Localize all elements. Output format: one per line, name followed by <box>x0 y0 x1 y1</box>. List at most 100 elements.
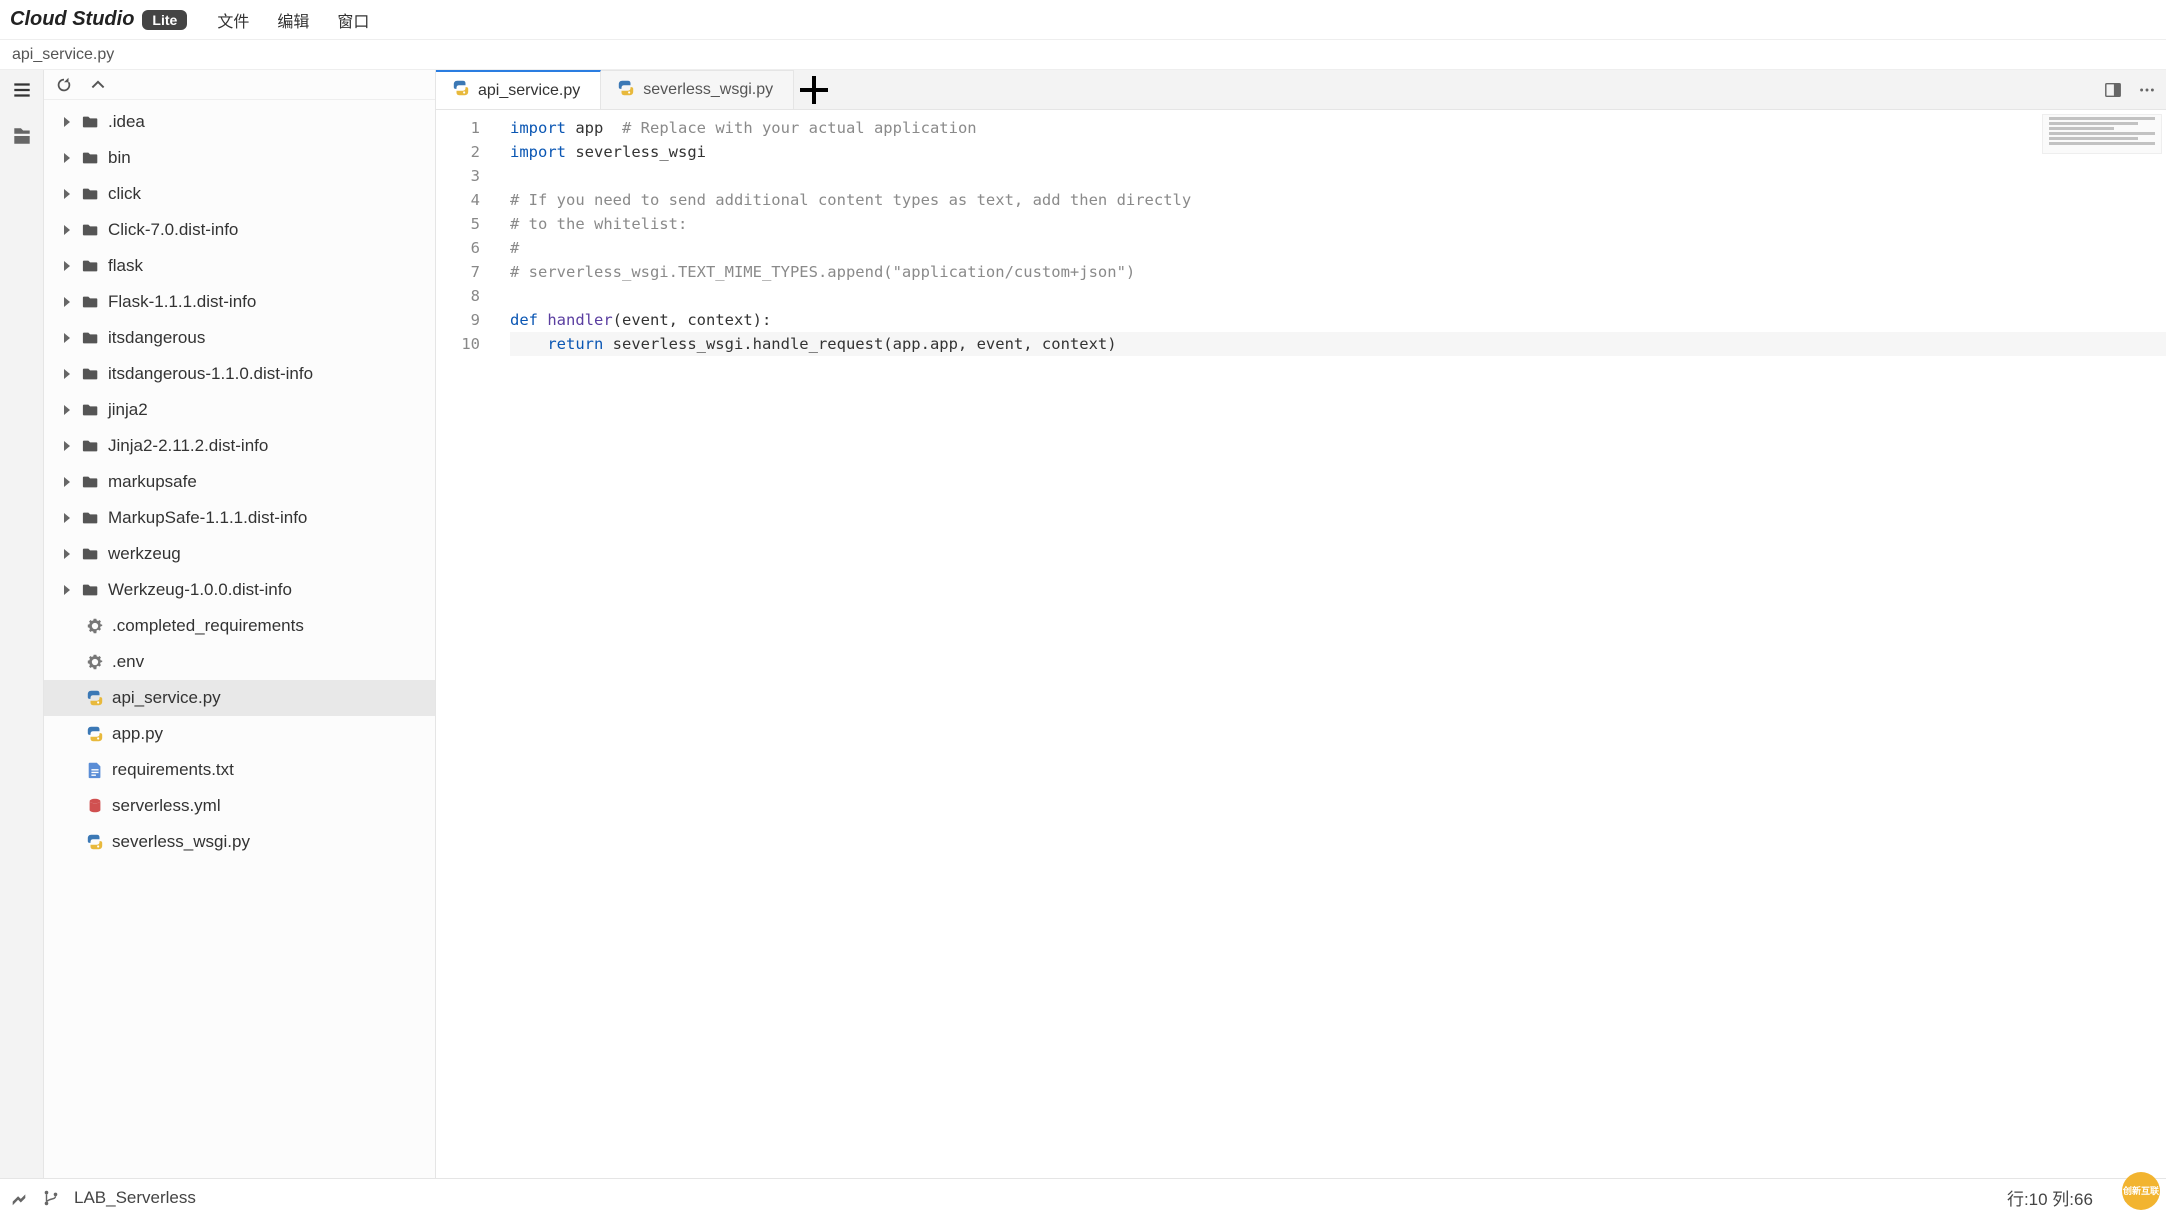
tree-item-label: Werkzeug-1.0.0.dist-info <box>108 580 292 600</box>
line-number: 3 <box>436 164 496 188</box>
code-line[interactable]: # serverless_wsgi.TEXT_MIME_TYPES.append… <box>510 260 2166 284</box>
tree-file[interactable]: api_service.py <box>44 680 435 716</box>
tree-folder[interactable]: flask <box>44 248 435 284</box>
chevron-right-icon <box>60 225 74 235</box>
tree-item-label: .env <box>112 652 144 672</box>
branch-icon[interactable] <box>42 1189 60 1207</box>
tree-folder[interactable]: click <box>44 176 435 212</box>
folder-icon <box>80 149 102 167</box>
editor-tab[interactable]: severless_wsgi.py <box>601 70 794 109</box>
sidebar-toolbar <box>44 70 435 100</box>
activity-outline-icon[interactable] <box>8 76 36 104</box>
refresh-icon[interactable] <box>54 75 74 95</box>
line-number: 1 <box>436 116 496 140</box>
folder-icon <box>80 401 102 419</box>
tree-item-label: .completed_requirements <box>112 616 304 636</box>
tree-folder[interactable]: itsdangerous-1.1.0.dist-info <box>44 356 435 392</box>
tree-file[interactable]: .completed_requirements <box>44 608 435 644</box>
code-line[interactable]: import severless_wsgi <box>510 140 2166 164</box>
tree-folder[interactable]: werkzeug <box>44 536 435 572</box>
code-line[interactable]: # If you need to send additional content… <box>510 188 2166 212</box>
status-project[interactable]: LAB_Serverless <box>74 1188 196 1208</box>
line-number: 7 <box>436 260 496 284</box>
chevron-right-icon <box>60 549 74 559</box>
menu-file[interactable]: 文件 <box>217 8 249 32</box>
tree-item-label: itsdangerous-1.1.0.dist-info <box>108 364 313 384</box>
minimap[interactable] <box>2042 114 2162 154</box>
folder-icon <box>80 113 102 131</box>
text-icon <box>84 761 106 779</box>
line-gutter: 12345678910 <box>436 110 496 1178</box>
tree-file[interactable]: serverless.yml <box>44 788 435 824</box>
tree-file[interactable]: .env <box>44 644 435 680</box>
python-icon <box>84 725 106 743</box>
tree-folder[interactable]: itsdangerous <box>44 320 435 356</box>
tree-folder[interactable]: bin <box>44 140 435 176</box>
code-editor[interactable]: 12345678910 import app # Replace with yo… <box>436 110 2166 1178</box>
code-line[interactable]: import app # Replace with your actual ap… <box>510 116 2166 140</box>
tab-bar-right <box>2104 70 2166 109</box>
line-number: 9 <box>436 308 496 332</box>
chevron-right-icon <box>60 261 74 271</box>
status-bar: LAB_Serverless 行:10 列:66 UTF <box>0 1178 2166 1216</box>
tree-item-label: Jinja2-2.11.2.dist-info <box>108 436 268 456</box>
chevron-right-icon <box>60 297 74 307</box>
code-line[interactable]: def handler(event, context): <box>510 308 2166 332</box>
gear-icon <box>84 617 106 635</box>
line-number: 5 <box>436 212 496 236</box>
tree-item-label: werkzeug <box>108 544 181 564</box>
collapse-all-icon[interactable] <box>88 75 108 95</box>
tree-folder[interactable]: MarkupSafe-1.1.1.dist-info <box>44 500 435 536</box>
remote-icon[interactable] <box>10 1189 28 1207</box>
code-line[interactable]: # <box>510 236 2166 260</box>
code-line[interactable] <box>510 284 2166 308</box>
folder-icon <box>80 545 102 563</box>
tree-folder[interactable]: .idea <box>44 104 435 140</box>
code-area[interactable]: import app # Replace with your actual ap… <box>496 110 2166 1178</box>
status-encoding[interactable]: UTF <box>2123 1188 2156 1208</box>
folder-icon <box>80 509 102 527</box>
file-tree[interactable]: .idea bin click Click-7.0.dist-info flask Fla… <box>44 100 435 1178</box>
tab-label: api_service.py <box>478 82 580 100</box>
chevron-right-icon <box>60 477 74 487</box>
menu-edit[interactable]: 编辑 <box>277 8 309 32</box>
tree-file[interactable]: requirements.txt <box>44 752 435 788</box>
line-number: 6 <box>436 236 496 260</box>
chevron-right-icon <box>60 513 74 523</box>
more-actions-icon[interactable] <box>2138 81 2156 99</box>
editor-tab[interactable]: api_service.py <box>436 70 601 109</box>
breadcrumb-file[interactable]: api_service.py <box>12 46 114 64</box>
folder-icon <box>80 221 102 239</box>
tree-folder[interactable]: Jinja2-2.11.2.dist-info <box>44 428 435 464</box>
status-cursor[interactable]: 行:10 列:66 <box>2007 1185 2093 1210</box>
tab-label: severless_wsgi.py <box>643 81 773 99</box>
code-line[interactable]: return severless_wsgi.handle_request(app… <box>510 332 2166 356</box>
tree-item-label: bin <box>108 148 131 168</box>
activity-explorer-icon[interactable] <box>8 122 36 150</box>
tab-add-button[interactable] <box>794 70 834 109</box>
code-line[interactable] <box>510 164 2166 188</box>
tree-folder[interactable]: Flask-1.1.1.dist-info <box>44 284 435 320</box>
status-right: 行:10 列:66 UTF <box>2007 1185 2156 1210</box>
tree-item-label: Click-7.0.dist-info <box>108 220 238 240</box>
tree-item-label: flask <box>108 256 143 276</box>
tree-file[interactable]: app.py <box>44 716 435 752</box>
split-editor-icon[interactable] <box>2104 81 2122 99</box>
breadcrumb: api_service.py <box>0 40 2166 70</box>
tree-item-label: app.py <box>112 724 163 744</box>
tree-item-label: jinja2 <box>108 400 148 420</box>
menu-window[interactable]: 窗口 <box>337 8 369 32</box>
brand: Cloud Studio Lite <box>10 8 187 31</box>
tree-folder[interactable]: jinja2 <box>44 392 435 428</box>
tree-item-label: .idea <box>108 112 145 132</box>
code-line[interactable]: # to the whitelist: <box>510 212 2166 236</box>
chevron-right-icon <box>60 405 74 415</box>
tree-item-label: MarkupSafe-1.1.1.dist-info <box>108 508 307 528</box>
tree-folder[interactable]: Click-7.0.dist-info <box>44 212 435 248</box>
tree-folder[interactable]: Werkzeug-1.0.0.dist-info <box>44 572 435 608</box>
tree-file[interactable]: severless_wsgi.py <box>44 824 435 860</box>
tree-folder[interactable]: markupsafe <box>44 464 435 500</box>
tree-item-label: severless_wsgi.py <box>112 832 250 852</box>
folder-icon <box>80 185 102 203</box>
brand-name: Cloud Studio <box>10 8 134 31</box>
